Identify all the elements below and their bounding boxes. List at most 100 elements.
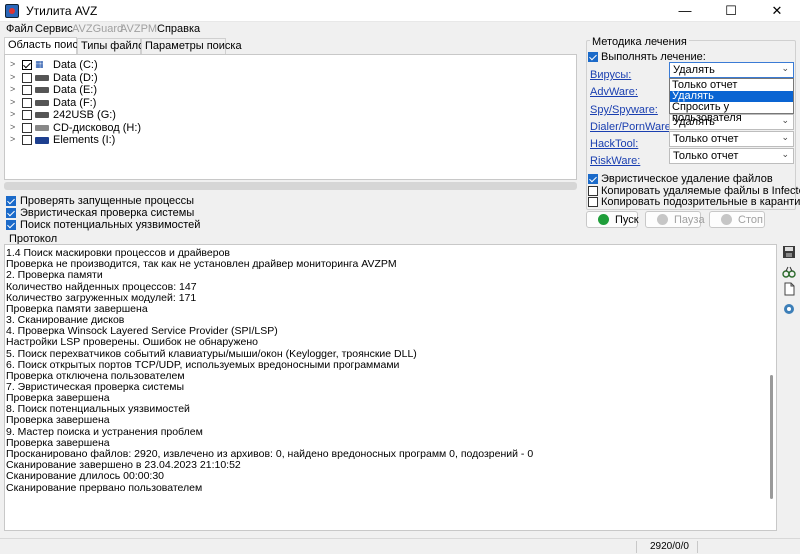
- checkbox[interactable]: [588, 197, 598, 207]
- app-icon: [5, 4, 19, 18]
- category-spyware-link[interactable]: Spy/Spyware:: [590, 104, 658, 116]
- drive-checkbox[interactable]: [22, 110, 32, 120]
- drive-tree: > ▦ Data (C:) > Data (D:) > Data (E:) > …: [4, 54, 577, 180]
- hacktool-action-select[interactable]: Только отчет ⌄: [669, 131, 794, 147]
- drive-label: Elements (I:): [53, 134, 116, 146]
- external-drive-icon: [35, 137, 49, 144]
- expand-arrow-icon[interactable]: >: [10, 72, 15, 82]
- play-icon: [598, 214, 609, 225]
- menu-avzguard[interactable]: AVZGuard: [72, 23, 123, 35]
- start-button-label: Пуск: [615, 214, 639, 226]
- drive-label: CD-дисковод (H:): [53, 122, 142, 134]
- drive-label: Data (D:): [53, 72, 98, 84]
- log-line: Проверка завершена: [6, 414, 110, 426]
- status-divider: [697, 541, 698, 553]
- save-icon[interactable]: [782, 245, 796, 259]
- glasses-icon[interactable]: [782, 265, 796, 279]
- protocol-log[interactable]: 1.4 Поиск маскировки процессов и драйвер…: [4, 244, 777, 531]
- log-vertical-scrollbar[interactable]: [770, 375, 773, 499]
- expand-arrow-icon[interactable]: >: [10, 134, 15, 144]
- windows-drive-icon: ▦: [35, 59, 44, 69]
- expand-arrow-icon[interactable]: >: [10, 84, 15, 94]
- option-label: Проверять запущенные процессы: [20, 195, 195, 207]
- checkbox[interactable]: [588, 52, 598, 62]
- checkbox[interactable]: [6, 196, 16, 206]
- drive-checkbox[interactable]: [22, 73, 32, 83]
- stop-icon: [721, 214, 732, 225]
- checkbox[interactable]: [6, 208, 16, 218]
- option-label: Копировать подозрительные в карантин: [601, 196, 800, 208]
- stop-button[interactable]: Стоп: [709, 211, 765, 228]
- checkbox[interactable]: [588, 186, 598, 196]
- checkbox[interactable]: [588, 174, 598, 184]
- select-value: Только отчет: [673, 133, 739, 145]
- riskware-action-select[interactable]: Только отчет ⌄: [669, 148, 794, 164]
- checkbox[interactable]: [6, 220, 16, 230]
- maximize-button[interactable]: ☐: [708, 0, 754, 22]
- select-value: Только отчет: [673, 150, 739, 162]
- tree-horizontal-scrollbar[interactable]: [4, 182, 577, 190]
- minimize-button[interactable]: —: [662, 0, 708, 22]
- pause-icon: [657, 214, 668, 225]
- expand-arrow-icon[interactable]: >: [10, 109, 15, 119]
- chevron-down-icon: ⌄: [781, 149, 789, 159]
- title-bar: Утилита AVZ — ☐ ✕: [0, 0, 800, 22]
- tab-file-types[interactable]: Типы файлов: [77, 38, 150, 54]
- menu-service[interactable]: Сервис: [35, 23, 73, 35]
- viruses-action-dropdown: Только отчет Удалять Спросить у пользова…: [669, 78, 794, 124]
- menu-file[interactable]: Файл: [6, 23, 33, 35]
- drive-label: Data (E:): [53, 84, 98, 96]
- drive-checkbox[interactable]: [22, 135, 32, 145]
- dropdown-option[interactable]: Спросить у пользователя: [670, 102, 793, 124]
- log-line: Сканирование прервано пользователем: [6, 482, 203, 494]
- tab-search-area[interactable]: Область поиска: [4, 37, 89, 54]
- expand-arrow-icon[interactable]: >: [10, 97, 15, 107]
- menu-help[interactable]: Справка: [157, 23, 200, 35]
- settings-tool-icon[interactable]: [782, 302, 796, 316]
- menu-bar: Файл Сервис AVZGuard AVZPM Справка: [0, 22, 800, 37]
- tab-search-params[interactable]: Параметры поиска: [141, 38, 242, 54]
- log-line: Сканирование длилось 00:00:30: [6, 470, 165, 482]
- option-label: Эвристическая проверка системы: [20, 207, 195, 219]
- start-button[interactable]: Пуск: [586, 211, 639, 228]
- log-line: 2. Проверка памяти: [6, 269, 103, 281]
- drive-checkbox[interactable]: [22, 123, 32, 133]
- log-line: Настройки LSP проверены. Ошибок не обнар…: [6, 336, 258, 348]
- status-divider: [636, 541, 637, 553]
- chevron-down-icon: ⌄: [781, 115, 789, 125]
- status-counter: 2920/0/0: [650, 541, 689, 552]
- window-title: Утилита AVZ: [26, 4, 98, 18]
- category-hacktool-link[interactable]: HackTool:: [590, 138, 638, 150]
- expand-arrow-icon[interactable]: >: [10, 59, 15, 69]
- pause-button-label: Пауза: [674, 214, 705, 226]
- drive-label: 242USB (G:): [53, 109, 116, 121]
- menu-avzpm[interactable]: AVZPM: [120, 23, 157, 35]
- pause-button[interactable]: Пауза: [645, 211, 705, 228]
- stop-button-label: Стоп: [738, 214, 763, 226]
- option-label: Поиск потенциальных уязвимостей: [20, 219, 201, 231]
- category-riskware-link[interactable]: RiskWare:: [590, 155, 640, 167]
- drive-label: Data (C:): [53, 59, 98, 71]
- viruses-action-select[interactable]: Удалять ⌄: [669, 62, 794, 78]
- expand-arrow-icon[interactable]: >: [10, 122, 15, 132]
- cd-drive-icon: [35, 125, 49, 131]
- drive-checkbox[interactable]: [22, 60, 32, 70]
- drive-checkbox[interactable]: [22, 85, 32, 95]
- usb-drive-icon: [35, 112, 49, 118]
- drive-icon: [35, 100, 49, 106]
- chevron-down-icon: ⌄: [781, 63, 789, 73]
- drive-icon: [35, 75, 49, 81]
- drive-icon: [35, 87, 49, 93]
- status-bar: 2920/0/0: [0, 538, 800, 554]
- category-viruses-link[interactable]: Вирусы:: [590, 69, 631, 81]
- drive-checkbox[interactable]: [22, 98, 32, 108]
- document-icon[interactable]: [782, 282, 796, 296]
- drive-label: Data (F:): [53, 97, 97, 109]
- chevron-down-icon: ⌄: [781, 132, 789, 142]
- option-label: Эвристическое удаление файлов: [601, 173, 773, 185]
- treatment-group-title: Методика лечения: [590, 36, 689, 48]
- select-value: Удалять: [673, 64, 715, 76]
- category-advware-link[interactable]: AdvWare:: [590, 86, 638, 98]
- category-dialer-link[interactable]: Dialer/PornWare:: [590, 121, 674, 133]
- close-button[interactable]: ✕: [754, 0, 800, 22]
